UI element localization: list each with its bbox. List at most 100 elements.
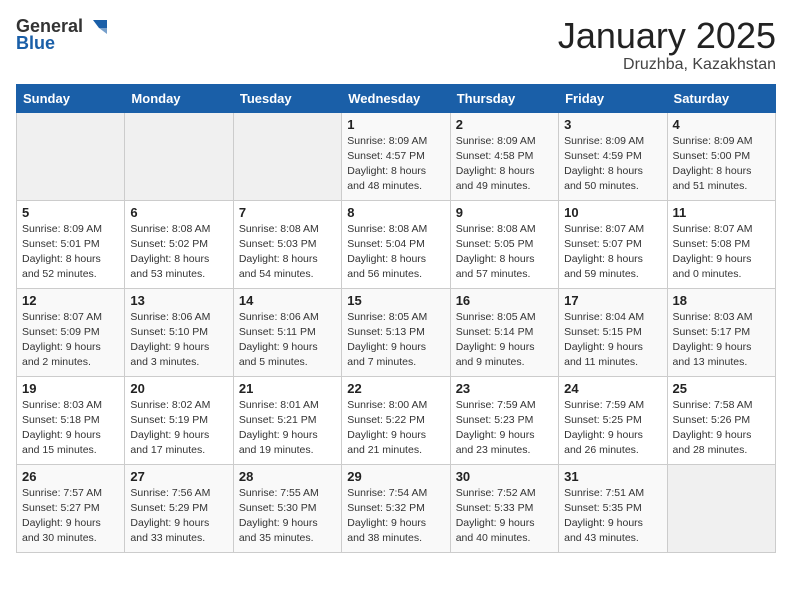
day-info: Sunrise: 8:00 AM Sunset: 5:22 PM Dayligh… bbox=[347, 398, 444, 459]
week-row-1: 1 Sunrise: 8:09 AM Sunset: 4:57 PM Daylig… bbox=[17, 112, 776, 200]
day-info: Sunrise: 7:54 AM Sunset: 5:32 PM Dayligh… bbox=[347, 486, 444, 547]
weekday-friday: Friday bbox=[559, 84, 667, 112]
calendar-cell: 8Sunrise: 8:08 AM Sunset: 5:04 PM Daylig… bbox=[342, 200, 450, 288]
calendar-cell: 16 Sunrise: 8:05 AM Sunset: 5:14 PM Dayli… bbox=[450, 288, 558, 376]
day-number: 19 bbox=[22, 381, 119, 396]
day-info: Sunrise: 7:55 AM Sunset: 5:30 PM Dayligh… bbox=[239, 486, 336, 547]
header: General Blue January 2025 Druzhba, Kazak… bbox=[16, 16, 776, 74]
day-info: Sunrise: 8:09 AM Sunset: 5:01 PM Dayligh… bbox=[22, 222, 119, 283]
day-info: Sunrise: 7:57 AM Sunset: 5:27 PM Dayligh… bbox=[22, 486, 119, 547]
day-number: 18 bbox=[673, 293, 770, 308]
week-row-5: 26Sunrise: 7:57 AM Sunset: 5:27 PM Dayli… bbox=[17, 464, 776, 552]
day-number: 7 bbox=[239, 205, 336, 220]
calendar-cell: 22 Sunrise: 8:00 AM Sunset: 5:22 PM Dayli… bbox=[342, 376, 450, 464]
day-info: Sunrise: 8:09 AM Sunset: 5:00 PM Dayligh… bbox=[673, 134, 770, 195]
day-number: 24 bbox=[564, 381, 661, 396]
day-info: Sunrise: 8:08 AM Sunset: 5:03 PM Dayligh… bbox=[239, 222, 336, 283]
day-info: Sunrise: 8:07 AM Sunset: 5:09 PM Dayligh… bbox=[22, 310, 119, 371]
day-info: Sunrise: 8:07 AM Sunset: 5:08 PM Dayligh… bbox=[673, 222, 770, 283]
week-row-4: 19 Sunrise: 8:03 AM Sunset: 5:18 PM Dayli… bbox=[17, 376, 776, 464]
week-row-3: 12 Sunrise: 8:07 AM Sunset: 5:09 PM Dayli… bbox=[17, 288, 776, 376]
day-info: Sunrise: 8:02 AM Sunset: 5:19 PM Dayligh… bbox=[130, 398, 227, 459]
calendar-title: January 2025 bbox=[558, 16, 776, 56]
calendar-cell: 14Sunrise: 8:06 AM Sunset: 5:11 PM Dayli… bbox=[233, 288, 341, 376]
day-number: 2 bbox=[456, 117, 553, 132]
calendar-cell: 23 Sunrise: 7:59 AM Sunset: 5:23 PM Dayli… bbox=[450, 376, 558, 464]
calendar-cell: 28 Sunrise: 7:55 AM Sunset: 5:30 PM Dayli… bbox=[233, 464, 341, 552]
week-row-2: 5 Sunrise: 8:09 AM Sunset: 5:01 PM Daylig… bbox=[17, 200, 776, 288]
day-info: Sunrise: 8:06 AM Sunset: 5:10 PM Dayligh… bbox=[130, 310, 227, 371]
calendar-cell: 21Sunrise: 8:01 AM Sunset: 5:21 PM Dayli… bbox=[233, 376, 341, 464]
weekday-header-row: SundayMondayTuesdayWednesdayThursdayFrid… bbox=[17, 84, 776, 112]
day-info: Sunrise: 8:05 AM Sunset: 5:13 PM Dayligh… bbox=[347, 310, 444, 371]
day-info: Sunrise: 8:09 AM Sunset: 4:58 PM Dayligh… bbox=[456, 134, 553, 195]
day-number: 13 bbox=[130, 293, 227, 308]
day-number: 15 bbox=[347, 293, 444, 308]
weekday-saturday: Saturday bbox=[667, 84, 775, 112]
calendar-cell: 15 Sunrise: 8:05 AM Sunset: 5:13 PM Dayli… bbox=[342, 288, 450, 376]
day-number: 23 bbox=[456, 381, 553, 396]
weekday-tuesday: Tuesday bbox=[233, 84, 341, 112]
calendar-cell: 18 Sunrise: 8:03 AM Sunset: 5:17 PM Dayli… bbox=[667, 288, 775, 376]
day-number: 31 bbox=[564, 469, 661, 484]
calendar-cell: 10Sunrise: 8:07 AM Sunset: 5:07 PM Dayli… bbox=[559, 200, 667, 288]
day-number: 22 bbox=[347, 381, 444, 396]
day-info: Sunrise: 8:03 AM Sunset: 5:17 PM Dayligh… bbox=[673, 310, 770, 371]
logo: General Blue bbox=[16, 16, 107, 54]
logo-icon bbox=[85, 18, 107, 36]
day-number: 16 bbox=[456, 293, 553, 308]
calendar-cell: 26Sunrise: 7:57 AM Sunset: 5:27 PM Dayli… bbox=[17, 464, 125, 552]
day-number: 28 bbox=[239, 469, 336, 484]
day-info: Sunrise: 8:01 AM Sunset: 5:21 PM Dayligh… bbox=[239, 398, 336, 459]
calendar-cell: 31Sunrise: 7:51 AM Sunset: 5:35 PM Dayli… bbox=[559, 464, 667, 552]
calendar-cell: 7 Sunrise: 8:08 AM Sunset: 5:03 PM Daylig… bbox=[233, 200, 341, 288]
weekday-monday: Monday bbox=[125, 84, 233, 112]
day-number: 11 bbox=[673, 205, 770, 220]
calendar-cell: 12 Sunrise: 8:07 AM Sunset: 5:09 PM Dayli… bbox=[17, 288, 125, 376]
day-info: Sunrise: 7:59 AM Sunset: 5:25 PM Dayligh… bbox=[564, 398, 661, 459]
day-number: 27 bbox=[130, 469, 227, 484]
day-info: Sunrise: 8:04 AM Sunset: 5:15 PM Dayligh… bbox=[564, 310, 661, 371]
calendar-cell: 13 Sunrise: 8:06 AM Sunset: 5:10 PM Dayli… bbox=[125, 288, 233, 376]
day-number: 3 bbox=[564, 117, 661, 132]
day-number: 1 bbox=[347, 117, 444, 132]
day-number: 17 bbox=[564, 293, 661, 308]
day-number: 5 bbox=[22, 205, 119, 220]
day-info: Sunrise: 8:03 AM Sunset: 5:18 PM Dayligh… bbox=[22, 398, 119, 459]
weekday-wednesday: Wednesday bbox=[342, 84, 450, 112]
calendar-cell: 9Sunrise: 8:08 AM Sunset: 5:05 PM Daylig… bbox=[450, 200, 558, 288]
calendar-cell: 27 Sunrise: 7:56 AM Sunset: 5:29 PM Dayli… bbox=[125, 464, 233, 552]
day-number: 25 bbox=[673, 381, 770, 396]
day-info: Sunrise: 7:56 AM Sunset: 5:29 PM Dayligh… bbox=[130, 486, 227, 547]
day-number: 20 bbox=[130, 381, 227, 396]
weekday-sunday: Sunday bbox=[17, 84, 125, 112]
calendar-cell: 6 Sunrise: 8:08 AM Sunset: 5:02 PM Daylig… bbox=[125, 200, 233, 288]
weekday-thursday: Thursday bbox=[450, 84, 558, 112]
day-number: 9 bbox=[456, 205, 553, 220]
calendar-table: SundayMondayTuesdayWednesdayThursdayFrid… bbox=[16, 84, 776, 553]
calendar-cell: 20 Sunrise: 8:02 AM Sunset: 5:19 PM Dayli… bbox=[125, 376, 233, 464]
day-number: 6 bbox=[130, 205, 227, 220]
calendar-cell bbox=[17, 112, 125, 200]
calendar-cell bbox=[667, 464, 775, 552]
day-info: Sunrise: 7:59 AM Sunset: 5:23 PM Dayligh… bbox=[456, 398, 553, 459]
day-number: 10 bbox=[564, 205, 661, 220]
calendar-cell: 30Sunrise: 7:52 AM Sunset: 5:33 PM Dayli… bbox=[450, 464, 558, 552]
day-info: Sunrise: 8:05 AM Sunset: 5:14 PM Dayligh… bbox=[456, 310, 553, 371]
day-info: Sunrise: 8:08 AM Sunset: 5:02 PM Dayligh… bbox=[130, 222, 227, 283]
calendar-cell: 19 Sunrise: 8:03 AM Sunset: 5:18 PM Dayli… bbox=[17, 376, 125, 464]
day-number: 14 bbox=[239, 293, 336, 308]
day-number: 12 bbox=[22, 293, 119, 308]
logo-blue-text: Blue bbox=[16, 33, 55, 54]
calendar-cell: 3Sunrise: 8:09 AM Sunset: 4:59 PM Daylig… bbox=[559, 112, 667, 200]
day-info: Sunrise: 8:09 AM Sunset: 4:57 PM Dayligh… bbox=[347, 134, 444, 195]
calendar-cell: 5 Sunrise: 8:09 AM Sunset: 5:01 PM Daylig… bbox=[17, 200, 125, 288]
day-info: Sunrise: 7:58 AM Sunset: 5:26 PM Dayligh… bbox=[673, 398, 770, 459]
calendar-cell: 4 Sunrise: 8:09 AM Sunset: 5:00 PM Daylig… bbox=[667, 112, 775, 200]
calendar-cell: 25 Sunrise: 7:58 AM Sunset: 5:26 PM Dayli… bbox=[667, 376, 775, 464]
day-number: 4 bbox=[673, 117, 770, 132]
calendar-cell bbox=[125, 112, 233, 200]
calendar-cell bbox=[233, 112, 341, 200]
calendar-cell: 1 Sunrise: 8:09 AM Sunset: 4:57 PM Daylig… bbox=[342, 112, 450, 200]
calendar-subtitle: Druzhba, Kazakhstan bbox=[558, 56, 776, 74]
